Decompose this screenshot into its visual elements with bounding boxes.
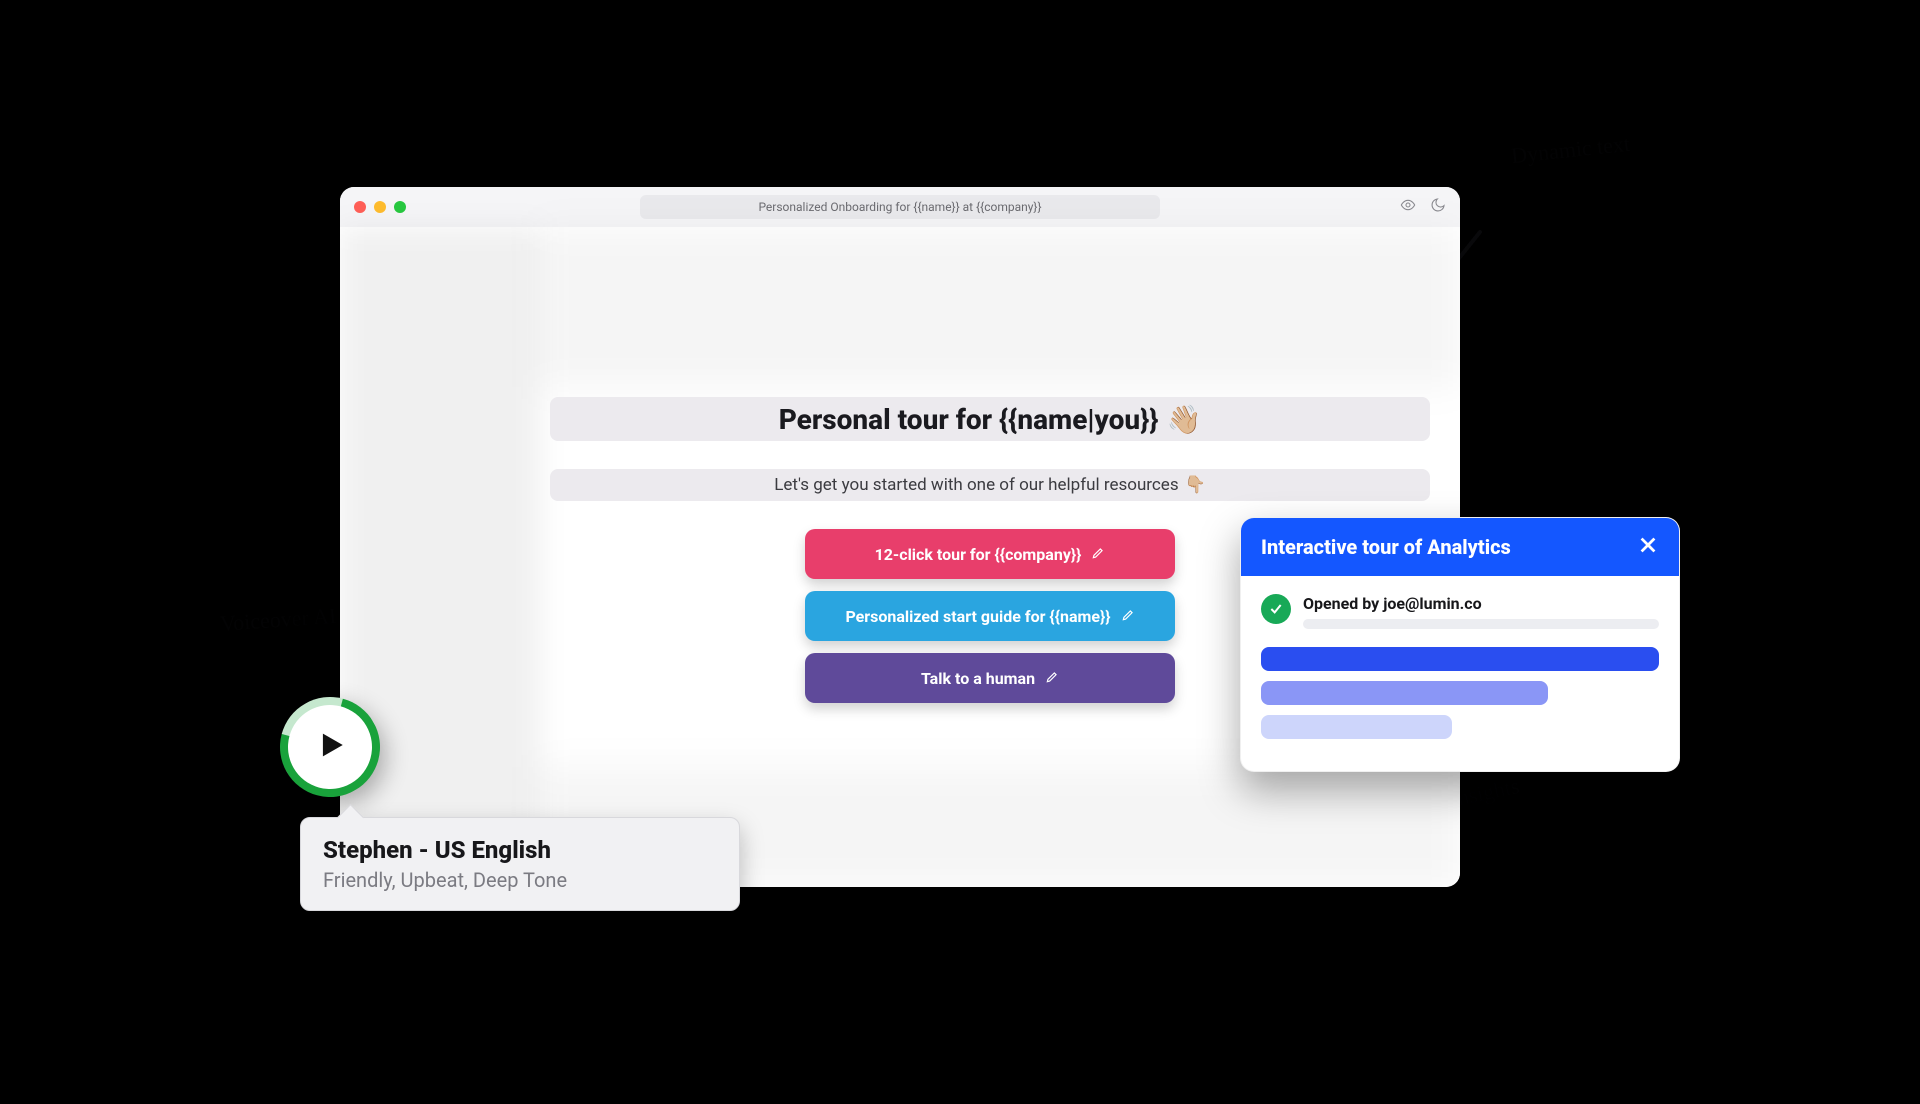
subheading-text: Let's get you started with one of our he… bbox=[774, 475, 1178, 495]
tour-button-label: 12-click tour for {{company}} bbox=[875, 545, 1082, 564]
voice-descriptor: Friendly, Upbeat, Deep Tone bbox=[323, 868, 717, 892]
wave-emoji-icon: 👋🏼 bbox=[1166, 403, 1201, 436]
check-icon bbox=[1261, 594, 1291, 624]
analytics-title: Interactive tour of Analytics bbox=[1261, 535, 1511, 559]
guide-button-label: Personalized start guide for {{name}} bbox=[845, 607, 1110, 626]
play-button[interactable] bbox=[262, 679, 399, 816]
progress-bar-3 bbox=[1261, 715, 1452, 739]
progress-bar-2 bbox=[1261, 681, 1548, 705]
analytics-header: Interactive tour of Analytics bbox=[1241, 518, 1679, 576]
minimize-window-button[interactable] bbox=[374, 201, 386, 213]
voice-name: Stephen - US English bbox=[323, 836, 717, 864]
tour-button[interactable]: 12-click tour for {{company}} bbox=[805, 529, 1175, 579]
play-icon bbox=[313, 728, 347, 766]
address-bar[interactable]: Personalized Onboarding for {{name}} at … bbox=[640, 195, 1160, 219]
annotation-voiceover-ai: Voiceover AI bbox=[219, 603, 337, 637]
placeholder-line bbox=[1303, 619, 1659, 629]
close-window-button[interactable] bbox=[354, 201, 366, 213]
window-titlebar: Personalized Onboarding for {{name}} at … bbox=[340, 187, 1460, 227]
edit-icon bbox=[1121, 607, 1135, 626]
traffic-lights bbox=[354, 201, 406, 213]
guide-button[interactable]: Personalized start guide for {{name}} bbox=[805, 591, 1175, 641]
talk-to-human-button[interactable]: Talk to a human bbox=[805, 653, 1175, 703]
voice-tooltip: Stephen - US English Friendly, Upbeat, D… bbox=[300, 817, 740, 911]
cta-group: 12-click tour for {{company}} Personaliz… bbox=[805, 529, 1175, 703]
opened-by-row: Opened by joe@lumin.co bbox=[1261, 594, 1659, 629]
human-button-label: Talk to a human bbox=[921, 669, 1035, 688]
page-subheading[interactable]: Let's get you started with one of our he… bbox=[550, 469, 1430, 501]
analytics-popover: Interactive tour of Analytics Opened by … bbox=[1240, 517, 1680, 772]
progress-bar-1 bbox=[1261, 647, 1659, 671]
address-bar-text: Personalized Onboarding for {{name}} at … bbox=[758, 200, 1041, 214]
close-button[interactable] bbox=[1637, 534, 1659, 560]
edit-icon bbox=[1045, 669, 1059, 688]
page-heading[interactable]: Personal tour for {{name|you}} 👋🏼 bbox=[550, 397, 1430, 441]
eye-icon[interactable] bbox=[1400, 197, 1416, 217]
annotation-dynamic-text: Dynamic text bbox=[1510, 131, 1631, 169]
blurred-header bbox=[540, 227, 1460, 387]
opened-by-text: Opened by joe@lumin.co bbox=[1303, 594, 1659, 613]
moon-icon[interactable] bbox=[1430, 197, 1446, 217]
edit-icon bbox=[1091, 545, 1105, 564]
point-down-emoji-icon: 👇🏼 bbox=[1185, 475, 1206, 495]
heading-text: Personal tour for {{name|you}} bbox=[779, 403, 1159, 436]
maximize-window-button[interactable] bbox=[394, 201, 406, 213]
